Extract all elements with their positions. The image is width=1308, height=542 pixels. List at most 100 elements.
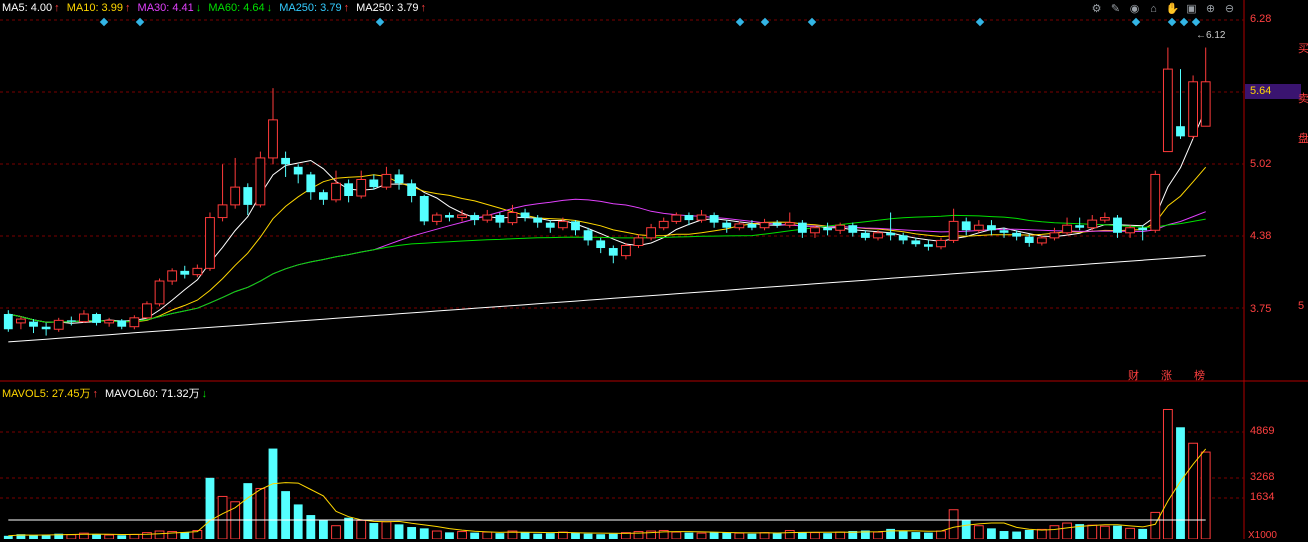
candle-body: [419, 196, 429, 222]
kline-chart[interactable]: [0, 0, 1308, 540]
candle-body: [66, 320, 76, 322]
ma-legend-item-5: MA250: 3.79 ↑: [279, 2, 350, 14]
volume-bar: [66, 534, 77, 540]
tag-cai[interactable]: 财: [1128, 367, 1139, 383]
volume-bar: [394, 524, 404, 539]
zoom-in-icon[interactable]: ⊕: [1203, 2, 1218, 17]
volume-bar: [696, 532, 707, 540]
event-diamond: [807, 17, 817, 27]
volume-bar: [154, 530, 165, 540]
candle-body: [734, 223, 745, 229]
tag-bang[interactable]: 榜: [1194, 367, 1205, 383]
candle-body: [873, 232, 883, 239]
volume-bar: [973, 525, 984, 540]
volume-bar: [1150, 511, 1161, 540]
hand-icon[interactable]: ✋: [1165, 2, 1180, 17]
volume-bar: [293, 504, 303, 539]
ma5-line: [8, 108, 1207, 324]
pen-icon[interactable]: ✎: [1108, 2, 1123, 17]
volume-bar: [1012, 531, 1022, 539]
candle-body: [520, 212, 530, 218]
candle-body: [1049, 232, 1060, 239]
volume-bar: [407, 527, 417, 539]
candle-body: [129, 317, 140, 328]
zoom-out-icon[interactable]: ⊖: [1222, 2, 1237, 17]
ma-legend-item-6: MA250: 3.79 ↑: [356, 2, 426, 14]
volume-bar: [243, 483, 253, 539]
ma250-line: [8, 255, 1206, 343]
candle-body: [620, 244, 631, 257]
ma-legend-item-3: MA30: 4.41 ↓: [137, 2, 202, 14]
gear-icon[interactable]: ⚙: [1089, 2, 1104, 17]
edge-text-1: 买: [1298, 43, 1308, 55]
candle-body: [369, 179, 379, 188]
volume-bar: [495, 533, 505, 539]
mavol5-line: [8, 448, 1207, 537]
candle-body: [860, 232, 870, 238]
candle-body: [810, 227, 820, 234]
candle-body: [835, 224, 846, 231]
candle-body: [154, 280, 165, 305]
candle-body: [923, 244, 933, 247]
volume-bar: [92, 534, 101, 539]
candle-body: [696, 214, 707, 221]
ma-legend-item-4: MA60: 4.64 ↓: [208, 2, 273, 14]
vol-axis-label-1: 4869: [1250, 425, 1275, 437]
candle-body: [394, 174, 404, 184]
candle-body: [356, 179, 367, 197]
candle-body: [1200, 81, 1211, 127]
volume-bar: [520, 532, 530, 539]
candle-body: [92, 314, 101, 323]
chart-svg[interactable]: [0, 0, 1308, 540]
tag-zhang[interactable]: 涨: [1161, 367, 1172, 383]
volume-bar: [381, 521, 392, 540]
edge-text-2: 卖: [1298, 93, 1308, 105]
vol-axis-label-3: 1634: [1250, 491, 1275, 503]
candle-body: [911, 240, 921, 245]
candle-body: [192, 267, 203, 276]
candle-body: [1188, 81, 1199, 137]
volume-bar: [797, 532, 807, 539]
candle-body: [1036, 237, 1047, 244]
volume-bar: [180, 532, 190, 539]
volume-bar: [419, 528, 429, 539]
candle-body: [255, 157, 266, 206]
volume-bar: [873, 531, 883, 540]
candle-body: [747, 223, 757, 228]
volume-bar: [1138, 528, 1148, 539]
volume-bar: [898, 531, 908, 539]
edge-text-4: 5: [1298, 300, 1305, 312]
candle-body: [596, 240, 606, 249]
volume-bar: [129, 533, 140, 540]
event-diamond: [1191, 17, 1201, 27]
volume-bar: [709, 532, 719, 539]
candle-body: [142, 303, 152, 319]
volume-bar: [356, 519, 367, 540]
volume-bar: [344, 517, 354, 539]
candle-body: [961, 221, 971, 231]
candle-body: [671, 214, 682, 222]
high-price-label: ←6.12: [1196, 30, 1226, 41]
volume-bar: [1200, 451, 1211, 540]
candle-body: [1162, 68, 1173, 153]
candle-body: [230, 186, 241, 206]
candle-body: [1062, 224, 1072, 234]
candle-body: [180, 270, 190, 275]
candle-body: [633, 237, 644, 246]
volume-bar: [268, 448, 278, 539]
volume-bar: [571, 532, 580, 539]
candle-body: [533, 217, 543, 223]
volume-bar: [1024, 529, 1034, 539]
candle-body: [987, 225, 996, 231]
candle-body: [431, 214, 442, 222]
volume-bar: [142, 532, 152, 540]
eye-icon[interactable]: ◉: [1127, 2, 1142, 17]
candle-body: [1012, 232, 1022, 237]
house-icon[interactable]: ⌂: [1146, 2, 1161, 17]
vol-axis-label-2: 3268: [1250, 471, 1275, 483]
vol-legend: MAVOL5: 27.45万 ↑ MAVOL60: 71.32万 ↓: [2, 385, 211, 400]
candle-body: [583, 230, 593, 241]
full-icon[interactable]: ▣: [1184, 2, 1199, 17]
volume-bar: [318, 520, 328, 539]
volume-bar: [961, 520, 971, 539]
